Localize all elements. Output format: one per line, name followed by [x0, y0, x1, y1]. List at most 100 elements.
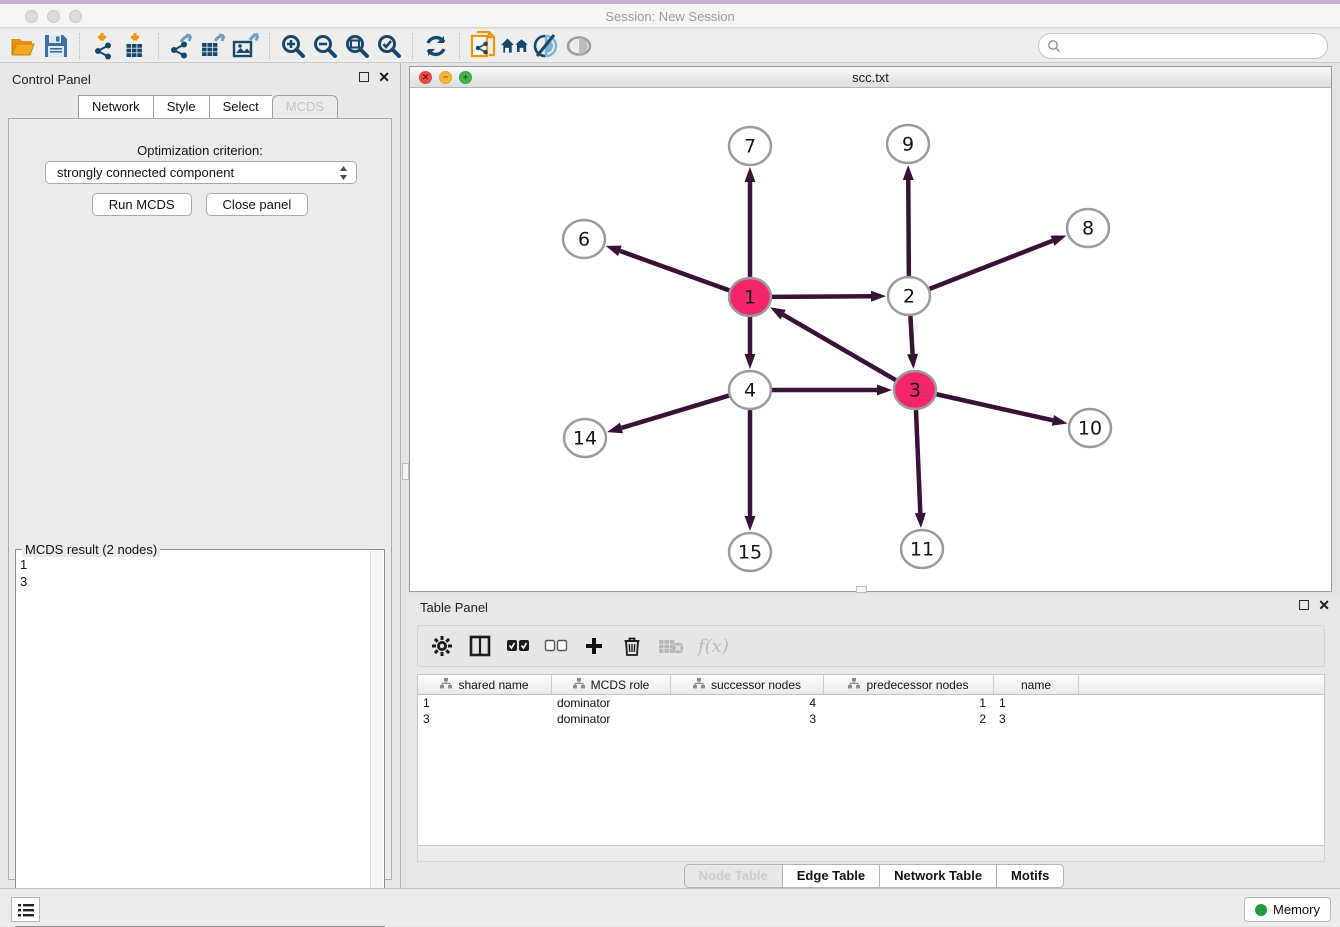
close-panel-icon[interactable]: ✕ — [378, 72, 390, 82]
table-cell[interactable]: 3 — [994, 711, 1079, 727]
clone-network-icon[interactable] — [468, 31, 498, 61]
column-label: MCDS role — [591, 678, 650, 692]
column-type-icon — [440, 678, 452, 692]
save-session-icon[interactable] — [41, 31, 71, 61]
tab-select[interactable]: Select — [209, 95, 272, 119]
control-panel: Control Panel ✕ NetworkStyleSelectMCDS O… — [0, 63, 401, 888]
network-window-titlebar[interactable]: ✕ − + scc.txt — [410, 67, 1331, 88]
table-row[interactable]: 1dominator411 — [418, 695, 1324, 711]
table-cell[interactable]: 2 — [824, 711, 994, 727]
node-table: shared name MCDS role successor nodes prede… — [417, 674, 1325, 846]
result-scrollbar[interactable] — [370, 551, 383, 925]
delete-column-icon[interactable] — [620, 633, 644, 659]
optimization-criterion-dropdown[interactable]: strongly connected component — [45, 161, 357, 184]
list-icon — [17, 902, 35, 918]
tab-motifs[interactable]: Motifs — [996, 864, 1064, 888]
window-title: Session: New Session — [0, 9, 1340, 24]
toolbar-separator — [79, 33, 80, 59]
network-graph[interactable]: 7968124314101511 — [410, 88, 1331, 591]
network-view-window: ✕ − + scc.txt 7968124314101511 — [409, 66, 1332, 592]
vertical-splitter-handle[interactable] — [402, 463, 409, 480]
tab-network[interactable]: Network — [78, 95, 153, 119]
run-mcds-button[interactable]: Run MCDS — [92, 193, 192, 216]
node-label-3: 3 — [909, 380, 921, 402]
table-cell[interactable]: 1 — [418, 695, 552, 711]
node-label-2: 2 — [903, 286, 915, 308]
dropdown-value: strongly connected component — [57, 165, 234, 180]
split-view-icon[interactable] — [468, 633, 492, 659]
view-disabled-icon[interactable] — [564, 31, 594, 61]
settings-icon[interactable] — [430, 633, 454, 659]
edge-3-10[interactable] — [936, 394, 1052, 420]
main-toolbar — [0, 29, 1340, 63]
column-header-successor-nodes[interactable]: successor nodes — [671, 675, 824, 695]
search-input[interactable] — [1061, 36, 1327, 56]
export-image-icon[interactable] — [231, 31, 261, 61]
select-all-icon[interactable] — [506, 633, 530, 659]
edge-1-6[interactable] — [620, 251, 729, 291]
network-canvas[interactable]: 7968124314101511 — [410, 88, 1331, 591]
column-label: name — [1021, 678, 1051, 692]
apply-layout-icon[interactable] — [421, 31, 451, 61]
node-label-11: 11 — [910, 539, 934, 561]
node-label-9: 9 — [902, 134, 914, 156]
deselect-all-icon[interactable] — [544, 633, 568, 659]
edge-2-3[interactable] — [910, 316, 912, 354]
column-header-MCDS-role[interactable]: MCDS role — [552, 675, 671, 695]
export-table-icon[interactable] — [199, 31, 229, 61]
tab-node-table[interactable]: Node Table — [684, 864, 782, 888]
home-icon[interactable] — [500, 31, 530, 61]
edge-arrowhead — [607, 423, 623, 434]
mcds-result-text[interactable]: 1 3 — [20, 556, 27, 590]
memory-button[interactable]: Memory — [1244, 897, 1331, 922]
table-cell[interactable]: 3 — [418, 711, 552, 727]
table-cell[interactable]: dominator — [552, 711, 671, 727]
task-history-button[interactable] — [11, 897, 40, 922]
zoom-selected-icon[interactable] — [374, 31, 404, 61]
zoom-fit-icon[interactable] — [342, 31, 372, 61]
close-panel-button[interactable]: Close panel — [206, 193, 309, 216]
edge-2-9[interactable] — [908, 180, 909, 276]
export-network-icon[interactable] — [167, 31, 197, 61]
zoom-out-icon[interactable] — [310, 31, 340, 61]
edge-4-14[interactable] — [621, 396, 728, 428]
edge-arrowhead — [877, 385, 892, 396]
zoom-in-icon[interactable] — [278, 31, 308, 61]
edge-2-8[interactable] — [930, 241, 1053, 289]
tab-edge-table[interactable]: Edge Table — [782, 864, 879, 888]
column-header-predecessor-nodes[interactable]: predecessor nodes — [824, 675, 994, 695]
table-row[interactable]: 3dominator323 — [418, 711, 1324, 727]
search-box[interactable] — [1038, 33, 1328, 59]
table-cell[interactable]: 4 — [671, 695, 824, 711]
add-column-icon[interactable] — [582, 633, 606, 659]
table-cell[interactable]: dominator — [552, 695, 671, 711]
float-table-panel-icon[interactable] — [1299, 600, 1309, 610]
table-tabs: Node TableEdge TableNetwork TableMotifs — [408, 864, 1340, 888]
horizontal-splitter-handle[interactable] — [856, 586, 867, 593]
edge-arrowhead — [745, 167, 756, 182]
tab-mcds[interactable]: MCDS — [272, 95, 338, 119]
toggle-panels-icon[interactable] — [532, 31, 562, 61]
edge-arrowhead — [606, 246, 622, 256]
column-label: successor nodes — [711, 678, 801, 692]
table-cell[interactable]: 1 — [994, 695, 1079, 711]
toolbar-separator — [158, 33, 159, 59]
table-cell[interactable]: 1 — [824, 695, 994, 711]
column-type-icon — [693, 678, 705, 692]
edge-3-1[interactable] — [783, 315, 896, 381]
float-panel-icon[interactable] — [359, 72, 369, 82]
import-network-icon[interactable] — [88, 31, 118, 61]
table-hscrollbar[interactable] — [417, 846, 1325, 862]
edge-1-2[interactable] — [772, 296, 871, 297]
table-cell[interactable]: 3 — [671, 711, 824, 727]
optimization-criterion-label: Optimization criterion: — [9, 143, 391, 158]
import-table-icon[interactable] — [120, 31, 150, 61]
open-session-icon[interactable] — [9, 31, 39, 61]
edge-3-11[interactable] — [916, 410, 920, 513]
column-header-shared-name[interactable]: shared name — [418, 675, 552, 695]
close-table-panel-icon[interactable]: ✕ — [1318, 600, 1330, 610]
tab-style[interactable]: Style — [153, 95, 209, 119]
column-header-name[interactable]: name — [994, 675, 1079, 695]
main-titlebar: Session: New Session — [0, 4, 1340, 28]
tab-network-table[interactable]: Network Table — [879, 864, 996, 888]
